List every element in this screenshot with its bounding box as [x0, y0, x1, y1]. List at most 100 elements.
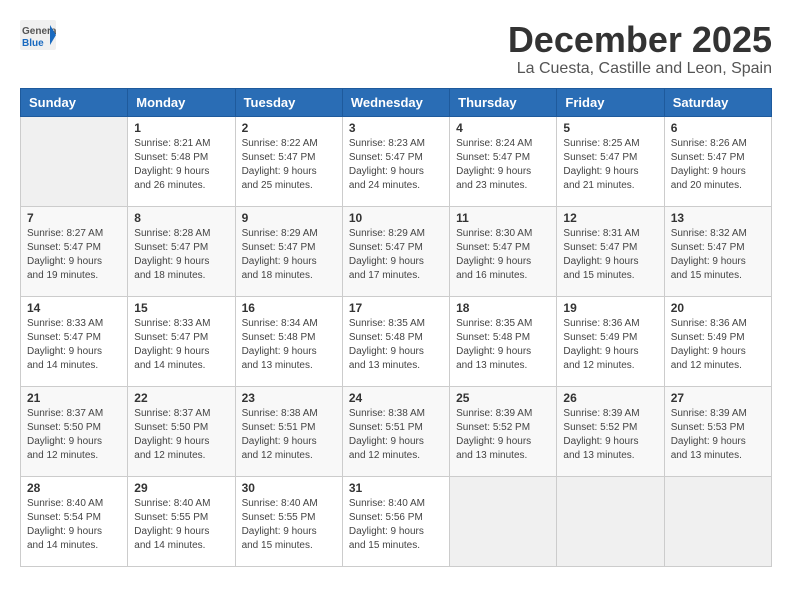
- day-number: 17: [349, 301, 443, 315]
- cell-info: Sunrise: 8:39 AM Sunset: 5:52 PM Dayligh…: [563, 407, 657, 463]
- daylight-text: Daylight: 9 hours and 23 minutes.: [456, 166, 531, 191]
- daylight-text: Daylight: 9 hours and 13 minutes.: [242, 346, 317, 371]
- calendar-day-cell: 29 Sunrise: 8:40 AM Sunset: 5:55 PM Dayl…: [128, 476, 235, 566]
- calendar-day-cell: 6 Sunrise: 8:26 AM Sunset: 5:47 PM Dayli…: [664, 116, 771, 206]
- cell-info: Sunrise: 8:40 AM Sunset: 5:55 PM Dayligh…: [134, 497, 228, 553]
- day-number: 14: [27, 301, 121, 315]
- day-number: 29: [134, 481, 228, 495]
- sunset-text: Sunset: 5:47 PM: [349, 152, 423, 163]
- daylight-text: Daylight: 9 hours and 14 minutes.: [134, 346, 209, 371]
- cell-info: Sunrise: 8:32 AM Sunset: 5:47 PM Dayligh…: [671, 227, 765, 283]
- day-number: 12: [563, 211, 657, 225]
- daylight-text: Daylight: 9 hours and 12 minutes.: [563, 346, 638, 371]
- daylight-text: Daylight: 9 hours and 12 minutes.: [349, 436, 424, 461]
- calendar-day-cell: [557, 476, 664, 566]
- sunrise-text: Sunrise: 8:37 AM: [27, 408, 103, 419]
- cell-info: Sunrise: 8:22 AM Sunset: 5:47 PM Dayligh…: [242, 137, 336, 193]
- logo-icon: General Blue: [20, 20, 56, 50]
- day-number: 28: [27, 481, 121, 495]
- daylight-text: Daylight: 9 hours and 14 minutes.: [134, 526, 209, 551]
- sunrise-text: Sunrise: 8:40 AM: [134, 498, 210, 509]
- day-number: 15: [134, 301, 228, 315]
- cell-info: Sunrise: 8:26 AM Sunset: 5:47 PM Dayligh…: [671, 137, 765, 193]
- day-number: 27: [671, 391, 765, 405]
- weekday-header-cell: Wednesday: [342, 88, 449, 116]
- sunrise-text: Sunrise: 8:36 AM: [671, 318, 747, 329]
- daylight-text: Daylight: 9 hours and 15 minutes.: [242, 526, 317, 551]
- sunset-text: Sunset: 5:48 PM: [456, 332, 530, 343]
- day-number: 18: [456, 301, 550, 315]
- sunrise-text: Sunrise: 8:32 AM: [671, 228, 747, 239]
- cell-info: Sunrise: 8:39 AM Sunset: 5:53 PM Dayligh…: [671, 407, 765, 463]
- calendar-day-cell: 18 Sunrise: 8:35 AM Sunset: 5:48 PM Dayl…: [450, 296, 557, 386]
- weekday-header-cell: Tuesday: [235, 88, 342, 116]
- title-area: December 2025 La Cuesta, Castille and Le…: [508, 20, 772, 78]
- sunset-text: Sunset: 5:47 PM: [456, 152, 530, 163]
- sunrise-text: Sunrise: 8:40 AM: [349, 498, 425, 509]
- daylight-text: Daylight: 9 hours and 15 minutes.: [349, 526, 424, 551]
- cell-info: Sunrise: 8:38 AM Sunset: 5:51 PM Dayligh…: [242, 407, 336, 463]
- calendar-day-cell: 26 Sunrise: 8:39 AM Sunset: 5:52 PM Dayl…: [557, 386, 664, 476]
- cell-info: Sunrise: 8:39 AM Sunset: 5:52 PM Dayligh…: [456, 407, 550, 463]
- calendar-day-cell: [450, 476, 557, 566]
- calendar-week-row: 1 Sunrise: 8:21 AM Sunset: 5:48 PM Dayli…: [21, 116, 772, 206]
- sunrise-text: Sunrise: 8:30 AM: [456, 228, 532, 239]
- header: General Blue December 2025 La Cuesta, Ca…: [20, 20, 772, 78]
- cell-info: Sunrise: 8:25 AM Sunset: 5:47 PM Dayligh…: [563, 137, 657, 193]
- cell-info: Sunrise: 8:29 AM Sunset: 5:47 PM Dayligh…: [349, 227, 443, 283]
- daylight-text: Daylight: 9 hours and 19 minutes.: [27, 256, 102, 281]
- calendar-day-cell: 28 Sunrise: 8:40 AM Sunset: 5:54 PM Dayl…: [21, 476, 128, 566]
- daylight-text: Daylight: 9 hours and 26 minutes.: [134, 166, 209, 191]
- cell-info: Sunrise: 8:38 AM Sunset: 5:51 PM Dayligh…: [349, 407, 443, 463]
- cell-info: Sunrise: 8:35 AM Sunset: 5:48 PM Dayligh…: [456, 317, 550, 373]
- sunrise-text: Sunrise: 8:39 AM: [456, 408, 532, 419]
- sunrise-text: Sunrise: 8:22 AM: [242, 138, 318, 149]
- sunset-text: Sunset: 5:47 PM: [456, 242, 530, 253]
- sunrise-text: Sunrise: 8:31 AM: [563, 228, 639, 239]
- daylight-text: Daylight: 9 hours and 17 minutes.: [349, 256, 424, 281]
- sunset-text: Sunset: 5:52 PM: [563, 422, 637, 433]
- sunset-text: Sunset: 5:47 PM: [563, 152, 637, 163]
- sunrise-text: Sunrise: 8:28 AM: [134, 228, 210, 239]
- sunrise-text: Sunrise: 8:33 AM: [134, 318, 210, 329]
- calendar-day-cell: 13 Sunrise: 8:32 AM Sunset: 5:47 PM Dayl…: [664, 206, 771, 296]
- cell-info: Sunrise: 8:28 AM Sunset: 5:47 PM Dayligh…: [134, 227, 228, 283]
- sunset-text: Sunset: 5:50 PM: [27, 422, 101, 433]
- daylight-text: Daylight: 9 hours and 12 minutes.: [27, 436, 102, 461]
- weekday-header-cell: Monday: [128, 88, 235, 116]
- logo: General Blue: [20, 20, 56, 50]
- calendar-day-cell: 30 Sunrise: 8:40 AM Sunset: 5:55 PM Dayl…: [235, 476, 342, 566]
- sunrise-text: Sunrise: 8:39 AM: [671, 408, 747, 419]
- cell-info: Sunrise: 8:27 AM Sunset: 5:47 PM Dayligh…: [27, 227, 121, 283]
- daylight-text: Daylight: 9 hours and 13 minutes.: [456, 436, 531, 461]
- sunset-text: Sunset: 5:48 PM: [349, 332, 423, 343]
- svg-text:Blue: Blue: [22, 38, 44, 49]
- calendar-day-cell: 3 Sunrise: 8:23 AM Sunset: 5:47 PM Dayli…: [342, 116, 449, 206]
- calendar-day-cell: 11 Sunrise: 8:30 AM Sunset: 5:47 PM Dayl…: [450, 206, 557, 296]
- calendar-day-cell: 7 Sunrise: 8:27 AM Sunset: 5:47 PM Dayli…: [21, 206, 128, 296]
- calendar-day-cell: 16 Sunrise: 8:34 AM Sunset: 5:48 PM Dayl…: [235, 296, 342, 386]
- calendar-day-cell: 27 Sunrise: 8:39 AM Sunset: 5:53 PM Dayl…: [664, 386, 771, 476]
- sunrise-text: Sunrise: 8:26 AM: [671, 138, 747, 149]
- calendar-day-cell: 8 Sunrise: 8:28 AM Sunset: 5:47 PM Dayli…: [128, 206, 235, 296]
- daylight-text: Daylight: 9 hours and 15 minutes.: [671, 256, 746, 281]
- sunrise-text: Sunrise: 8:40 AM: [242, 498, 318, 509]
- sunrise-text: Sunrise: 8:29 AM: [242, 228, 318, 239]
- daylight-text: Daylight: 9 hours and 12 minutes.: [134, 436, 209, 461]
- calendar-day-cell: 23 Sunrise: 8:38 AM Sunset: 5:51 PM Dayl…: [235, 386, 342, 476]
- sunset-text: Sunset: 5:48 PM: [134, 152, 208, 163]
- day-number: 16: [242, 301, 336, 315]
- sunrise-text: Sunrise: 8:34 AM: [242, 318, 318, 329]
- calendar-day-cell: 24 Sunrise: 8:38 AM Sunset: 5:51 PM Dayl…: [342, 386, 449, 476]
- weekday-header-row: SundayMondayTuesdayWednesdayThursdayFrid…: [21, 88, 772, 116]
- sunrise-text: Sunrise: 8:38 AM: [349, 408, 425, 419]
- day-number: 23: [242, 391, 336, 405]
- day-number: 24: [349, 391, 443, 405]
- cell-info: Sunrise: 8:34 AM Sunset: 5:48 PM Dayligh…: [242, 317, 336, 373]
- day-number: 8: [134, 211, 228, 225]
- day-number: 2: [242, 121, 336, 135]
- location-title: La Cuesta, Castille and Leon, Spain: [508, 60, 772, 78]
- calendar-week-row: 7 Sunrise: 8:27 AM Sunset: 5:47 PM Dayli…: [21, 206, 772, 296]
- sunset-text: Sunset: 5:54 PM: [27, 512, 101, 523]
- calendar-body: 1 Sunrise: 8:21 AM Sunset: 5:48 PM Dayli…: [21, 116, 772, 566]
